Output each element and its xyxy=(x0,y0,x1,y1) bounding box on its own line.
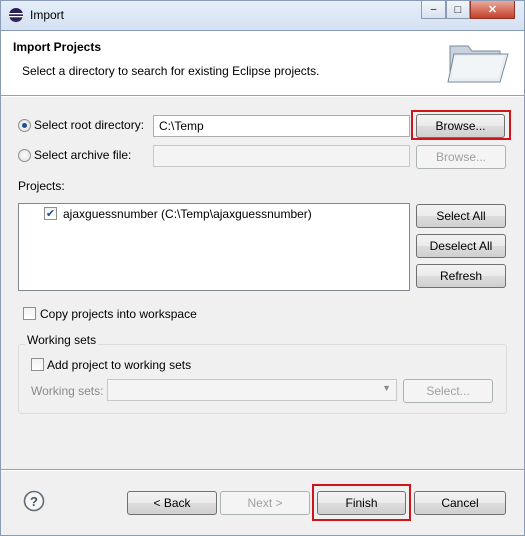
window-title: Import xyxy=(30,8,65,22)
footer-divider xyxy=(1,469,524,471)
refresh-button[interactable]: Refresh xyxy=(416,264,506,288)
deselect-all-button[interactable]: Deselect All xyxy=(416,234,506,258)
browse-button[interactable]: Browse... xyxy=(416,114,505,138)
folder-icon xyxy=(446,38,510,86)
svg-text:?: ? xyxy=(30,494,38,509)
cancel-button[interactable]: Cancel xyxy=(414,491,506,515)
archive-browse-button[interactable]: Browse... xyxy=(416,145,506,169)
working-sets-combo[interactable]: ▼ xyxy=(107,379,397,401)
project-row[interactable]: ✔ ajaxguessnumber (C:\Temp\ajaxguessnumb… xyxy=(44,207,404,223)
next-button[interactable]: Next > xyxy=(220,491,310,515)
minimize-icon: – xyxy=(430,4,437,15)
finish-button[interactable]: Finish xyxy=(317,491,406,515)
maximize-button[interactable]: □ xyxy=(446,1,470,19)
root-directory-input[interactable]: C:\Temp xyxy=(153,115,410,137)
project-name: ajaxguessnumber (C:\Temp\ajaxguessnumber… xyxy=(63,207,312,221)
root-directory-radio[interactable] xyxy=(18,119,31,132)
root-directory-label: Select root directory: xyxy=(34,118,145,132)
working-sets-label: Working sets: xyxy=(31,384,104,398)
chevron-down-icon: ▼ xyxy=(382,383,391,393)
back-button[interactable]: < Back xyxy=(127,491,217,515)
project-checkbox[interactable]: ✔ xyxy=(44,207,57,220)
minimize-button[interactable]: – xyxy=(421,1,446,19)
maximize-icon: □ xyxy=(454,3,462,16)
working-sets-group-label: Working sets xyxy=(25,333,99,347)
archive-file-input[interactable] xyxy=(153,145,410,167)
header-divider xyxy=(1,95,524,97)
archive-file-label: Select archive file: xyxy=(34,148,132,162)
close-icon: ✕ xyxy=(487,4,498,16)
close-button[interactable]: ✕ xyxy=(470,1,515,19)
page-title: Import Projects xyxy=(13,40,102,54)
copy-projects-checkbox[interactable] xyxy=(23,307,36,320)
select-all-button[interactable]: Select All xyxy=(416,204,506,228)
select-working-sets-button[interactable]: Select... xyxy=(403,379,493,403)
projects-label: Projects: xyxy=(18,179,65,193)
eclipse-icon xyxy=(8,7,24,23)
help-icon[interactable]: ? xyxy=(23,490,45,512)
archive-file-radio[interactable] xyxy=(18,149,31,162)
copy-projects-label: Copy projects into workspace xyxy=(40,307,197,321)
page-description: Select a directory to search for existin… xyxy=(22,64,320,78)
add-working-sets-checkbox[interactable] xyxy=(31,358,44,371)
add-working-sets-label: Add project to working sets xyxy=(47,358,192,372)
radio-selected-dot xyxy=(22,123,27,128)
